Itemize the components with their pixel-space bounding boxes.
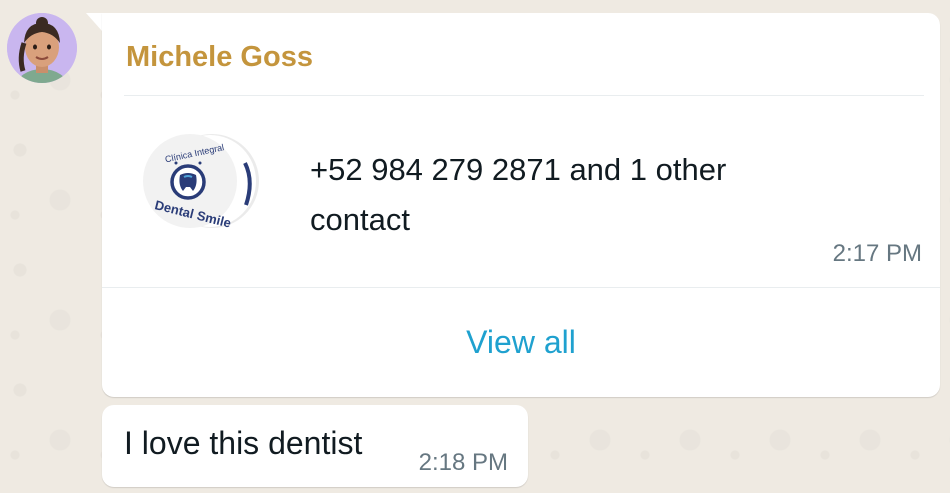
view-all-button[interactable]: View all: [102, 287, 940, 397]
message-timestamp: 2:18 PM: [418, 449, 508, 476]
contact-card-message[interactable]: Michele Goss Clínica Integral Dental Smi…: [102, 13, 940, 397]
sender-name[interactable]: Michele Goss: [126, 41, 313, 74]
dental-smile-logo-icon: Clínica Integral Dental Smile: [143, 134, 259, 231]
contact-card-title[interactable]: +52 984 279 2871 and 1 other contact: [310, 145, 830, 245]
message-text: I love this dentist: [124, 425, 363, 461]
bubble-tail: [86, 13, 102, 31]
memoji-avatar-icon: [7, 13, 77, 83]
header-divider: [124, 95, 924, 96]
message-timestamp: 2:17 PM: [832, 240, 922, 267]
sender-avatar[interactable]: [7, 13, 77, 83]
contact-photo[interactable]: Clínica Integral Dental Smile: [142, 133, 267, 233]
text-message[interactable]: I love this dentist 2:18 PM: [102, 405, 528, 487]
